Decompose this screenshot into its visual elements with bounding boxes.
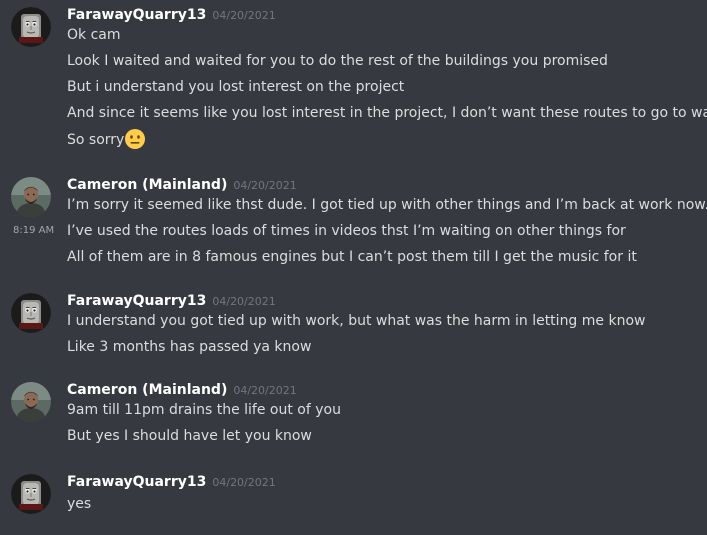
- message-line: I’m sorry it seemed like thst dude. I go…: [67, 197, 707, 213]
- chat-message-list: FarawayQuarry13 04/20/2021 Ok cam Look I …: [0, 0, 707, 535]
- username[interactable]: Cameron (Mainland): [67, 382, 227, 398]
- message-header: Cameron (Mainland) 04/20/2021: [67, 379, 297, 399]
- message-header: FarawayQuarry13 04/20/2021: [67, 471, 276, 491]
- message-timestamp: 04/20/2021: [233, 384, 297, 397]
- message-timestamp: 04/20/2021: [233, 179, 297, 192]
- avatar-image: [11, 293, 51, 333]
- message-line: Like 3 months has passed ya know: [67, 339, 312, 355]
- message-line: And since it seems like you lost interes…: [67, 105, 707, 121]
- neutral-face-emoji[interactable]: [124, 128, 146, 150]
- message-text: I’ve used the routes loads of times in v…: [67, 223, 626, 239]
- username[interactable]: FarawayQuarry13: [67, 293, 206, 309]
- person-photo-avatar[interactable]: [11, 382, 51, 422]
- message-header: Cameron (Mainland) 04/20/2021: [67, 174, 297, 194]
- hover-timestamp: 8:19 AM: [13, 225, 55, 236]
- message-line: Ok cam: [67, 27, 121, 43]
- message-timestamp: 04/20/2021: [212, 476, 276, 489]
- message-timestamp: 04/20/2021: [212, 9, 276, 22]
- message-header: FarawayQuarry13 04/20/2021: [67, 290, 276, 310]
- person-photo-avatar[interactable]: [11, 177, 51, 217]
- thomas-face-avatar[interactable]: [11, 474, 51, 514]
- message-line: I understand you got tied up with work, …: [67, 313, 646, 329]
- avatar-image: [11, 177, 51, 217]
- avatar-image: [11, 474, 51, 514]
- message-line: 9am till 11pm drains the life out of you: [67, 402, 341, 418]
- avatar-image: [11, 382, 51, 422]
- thomas-face-avatar[interactable]: [11, 7, 51, 47]
- message-text: So sorry: [67, 132, 125, 148]
- message-header: FarawayQuarry13 04/20/2021: [67, 4, 276, 24]
- message-line: But yes I should have let you know: [67, 428, 312, 444]
- message-line: All of them are in 8 famous engines but …: [67, 249, 637, 265]
- message-line-with-emoji: So sorry: [67, 128, 146, 151]
- message-line: But i understand you lost interest on th…: [67, 79, 405, 95]
- message-timestamp: 04/20/2021: [212, 295, 276, 308]
- username[interactable]: FarawayQuarry13: [67, 474, 206, 490]
- message-line: yes: [67, 496, 92, 512]
- username[interactable]: FarawayQuarry13: [67, 7, 206, 23]
- thomas-face-avatar[interactable]: [11, 293, 51, 333]
- username[interactable]: Cameron (Mainland): [67, 177, 227, 193]
- avatar-image: [11, 7, 51, 47]
- message-line: Look I waited and waited for you to do t…: [67, 53, 608, 69]
